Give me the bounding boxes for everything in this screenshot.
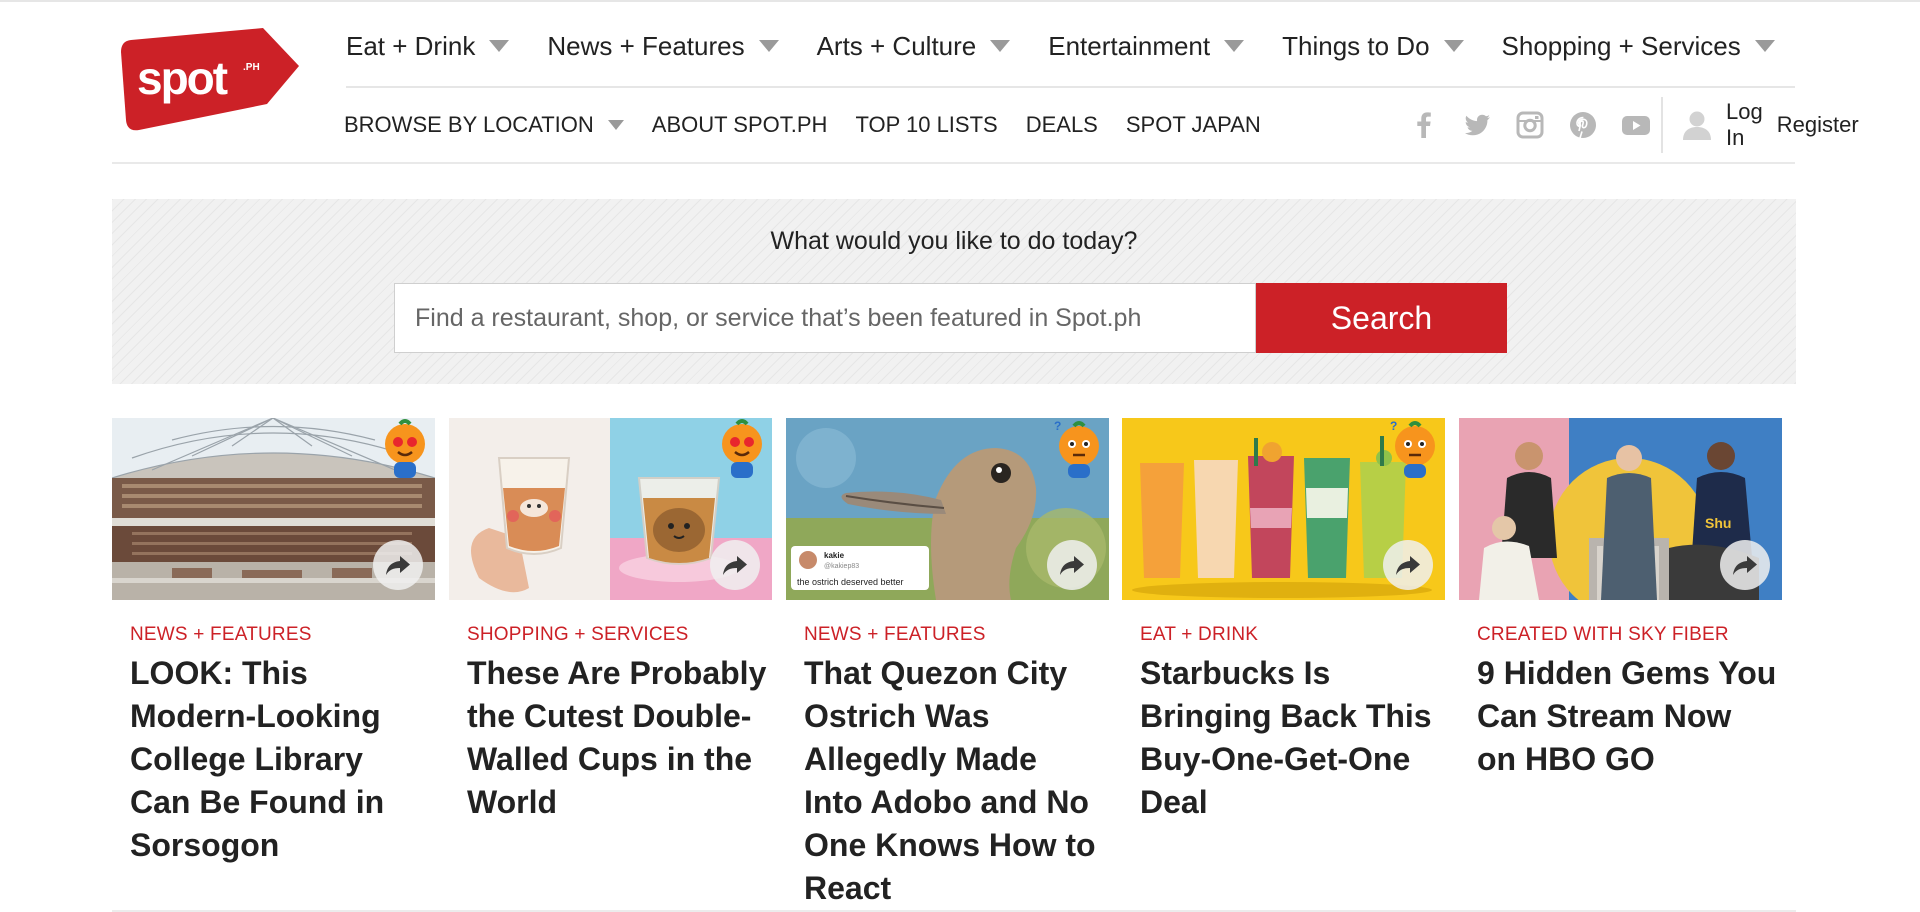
tweet-name: kakie (824, 551, 845, 560)
nav-eat-drink[interactable]: Eat + Drink (346, 30, 510, 62)
article-category[interactable]: SHOPPING + SERVICES (467, 624, 689, 646)
secondary-nav: BROWSE BY LOCATION ABOUT SPOT.PH TOP 10 … (344, 110, 1289, 140)
youtube-icon[interactable] (1620, 109, 1652, 141)
article-title[interactable]: These Are Probably the Cutest Double-Wal… (467, 652, 767, 824)
share-arrow-icon (1060, 556, 1084, 575)
article-category[interactable]: NEWS + FEATURES (804, 624, 986, 646)
article-card[interactable]: ? EAT + DRINK Starbucks Is Bringing Back… (1122, 418, 1445, 868)
chevron-down-icon (758, 40, 779, 52)
nav-things-to-do[interactable]: Things to Do (1282, 30, 1464, 62)
user-icon (1680, 108, 1714, 142)
browse-by-location[interactable]: BROWSE BY LOCATION (344, 112, 624, 138)
svg-text:?: ? (1390, 419, 1397, 433)
top-10-lists-link[interactable]: TOP 10 LISTS (855, 112, 997, 138)
nav-label: News + Features (547, 30, 745, 61)
pinterest-icon[interactable] (1567, 109, 1599, 141)
chevron-down-icon (1443, 40, 1464, 52)
article-thumbnail[interactable] (112, 418, 435, 600)
article-card[interactable]: SHOPPING + SERVICES These Are Probably t… (449, 418, 772, 868)
nav-shopping-services[interactable]: Shopping + Services (1502, 31, 1775, 62)
chevron-down-icon (990, 40, 1011, 52)
mascot-icon: ? (1050, 418, 1108, 480)
nav-entertainment[interactable]: Entertainment (1048, 30, 1245, 62)
account-links: Log In Register (1680, 99, 1873, 150)
social-links (1408, 108, 1673, 142)
mascot-icon (376, 418, 434, 480)
mascot-icon: ? (1386, 418, 1444, 480)
article-title[interactable]: 9 Hidden Gems You Can Stream Now on HBO … (1477, 652, 1777, 781)
article-card[interactable]: Shu CREATED WITH SKY FIBER 9 Hidden Gems… (1459, 418, 1782, 868)
share-button[interactable] (1047, 540, 1097, 590)
nav-arts-culture[interactable]: Arts + Culture (817, 31, 1011, 62)
article-title[interactable]: LOOK: This Modern-Looking College Librar… (130, 652, 430, 867)
article-category[interactable]: CREATED WITH SKY FIBER (1477, 624, 1729, 646)
nav-label: Shopping + Services (1501, 30, 1741, 61)
main-nav: Eat + Drink News + Features Arts + Cultu… (346, 26, 1775, 66)
article-card[interactable]: NEWS + FEATURES LOOK: This Modern-Lookin… (112, 418, 435, 868)
mascot-icon (713, 418, 771, 480)
svg-text:Shu: Shu (1705, 515, 1731, 531)
search-section: What would you like to do today? Search (112, 199, 1796, 384)
logo-text: spot (137, 52, 228, 104)
browse-label: BROWSE BY LOCATION (344, 112, 594, 137)
about-link[interactable]: ABOUT SPOT.PH (652, 112, 828, 138)
svg-text:?: ? (1054, 419, 1061, 433)
share-button[interactable] (710, 540, 760, 590)
share-arrow-icon (1733, 556, 1757, 575)
chevron-down-icon (1224, 40, 1245, 52)
article-thumbnail[interactable]: Shu (1459, 418, 1782, 600)
search-input[interactable] (394, 283, 1256, 353)
register-link[interactable]: Register (1777, 112, 1859, 138)
article-thumbnail[interactable]: kakie @kakiep83 the ostrich deserved bet… (786, 418, 1109, 600)
share-arrow-icon (386, 556, 410, 575)
nav-news-features[interactable]: News + Features (547, 30, 779, 62)
nav-label: Arts + Culture (816, 30, 977, 61)
nav-label: Entertainment (1048, 30, 1211, 61)
article-card[interactable]: kakie @kakiep83 the ostrich deserved bet… (786, 418, 1109, 906)
tweet-handle: @kakiep83 (824, 563, 859, 570)
nav-label: Things to Do (1282, 30, 1430, 61)
share-button[interactable] (1720, 540, 1770, 590)
chevron-down-icon (607, 120, 624, 130)
chevron-down-icon (1754, 40, 1775, 52)
share-arrow-icon (723, 556, 747, 575)
share-button[interactable] (1383, 540, 1433, 590)
twitter-icon[interactable] (1461, 109, 1493, 141)
nav-divider (346, 86, 1795, 88)
search-button[interactable]: Search (1256, 283, 1507, 353)
featured-articles: NEWS + FEATURES LOOK: This Modern-Lookin… (112, 418, 1796, 906)
chevron-down-icon (489, 40, 510, 52)
share-button[interactable] (373, 540, 423, 590)
search-prompt: What would you like to do today? (770, 227, 1138, 255)
instagram-icon[interactable] (1514, 109, 1546, 141)
nav-label: Eat + Drink (346, 30, 476, 61)
article-thumbnail[interactable]: ? (1122, 418, 1445, 600)
article-category[interactable]: EAT + DRINK (1140, 624, 1258, 646)
deals-link[interactable]: DEALS (1026, 112, 1098, 138)
login-link[interactable]: Log In (1726, 99, 1763, 151)
spot-japan-link[interactable]: SPOT JAPAN (1126, 112, 1261, 138)
article-title[interactable]: Starbucks Is Bringing Back This Buy-One-… (1140, 652, 1440, 824)
spot-ph-logo[interactable]: spot .PH (117, 24, 302, 134)
header-separator (1661, 97, 1663, 153)
header-divider (112, 162, 1795, 164)
article-thumbnail[interactable] (449, 418, 772, 600)
share-arrow-icon (1396, 556, 1420, 575)
article-category[interactable]: NEWS + FEATURES (130, 624, 312, 646)
logo-suffix: .PH (243, 62, 260, 73)
article-title[interactable]: That Quezon City Ostrich Was Allegedly M… (804, 652, 1104, 910)
facebook-icon[interactable] (1408, 109, 1440, 141)
tweet-text: the ostrich deserved better (797, 577, 904, 587)
site-header: spot .PH Eat + Drink News + Features Art… (112, 0, 1859, 164)
